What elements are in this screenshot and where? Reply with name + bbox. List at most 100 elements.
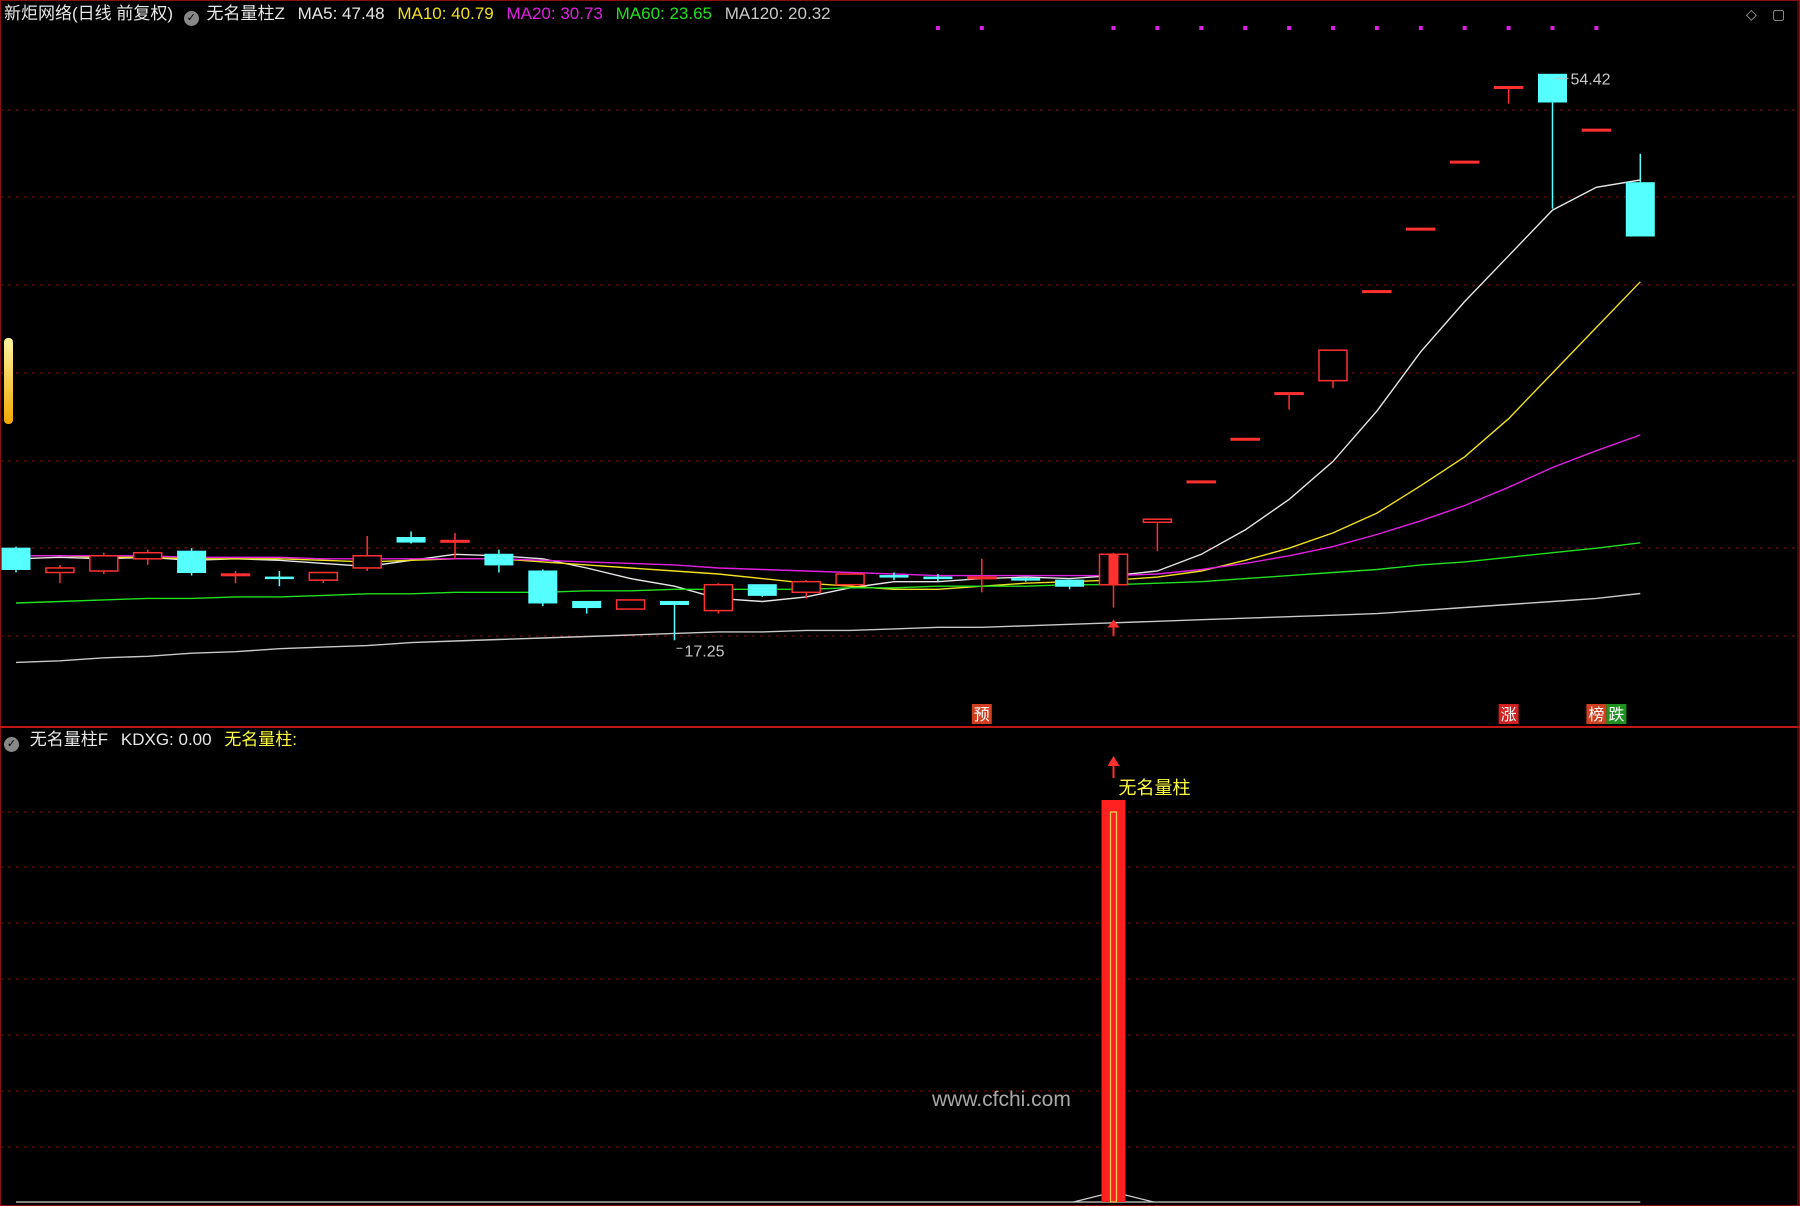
ma5-label: MA5: 47.48 [297, 4, 385, 23]
candle-body-down [1625, 182, 1655, 237]
candle-body-down [396, 537, 426, 543]
candle-body-up [132, 551, 163, 560]
candle [484, 549, 514, 573]
candle-body-up [791, 580, 821, 594]
signal-dot [1594, 26, 1599, 30]
candle-body-down [484, 553, 514, 566]
candle [1493, 86, 1524, 104]
signal-dot [1287, 26, 1292, 30]
candle [352, 535, 382, 571]
main-header: 新炬网络(日线 前复权) ✓ 无名量柱Z MA5: 47.48 MA10: 40… [4, 4, 831, 26]
candle [1055, 579, 1085, 590]
badge-text: 涨 [1501, 705, 1517, 724]
badge-text: 预 [974, 705, 990, 724]
candle-body-down [177, 550, 207, 574]
candle-body-down [1, 547, 31, 570]
candle [528, 569, 558, 607]
candle-body-down [264, 576, 294, 580]
candle-body-up [308, 571, 339, 581]
candle [1142, 518, 1173, 552]
badge-跌: 跌 [1606, 704, 1627, 724]
scroll-handle[interactable] [4, 338, 13, 424]
candle-body-up [967, 576, 997, 580]
signal-dot [979, 26, 984, 30]
candle [177, 548, 207, 576]
ma120-label: MA120: 20.32 [724, 4, 831, 23]
candle [1186, 480, 1217, 484]
candle-body-down [660, 600, 689, 605]
indicator-name[interactable]: 无名量柱Z [207, 4, 285, 23]
badge-text: 榜 [1588, 705, 1604, 724]
sub-indicator-name[interactable]: 无名量柱F [30, 730, 108, 749]
candle [264, 571, 294, 587]
chart-window: 54.42 17.25 预 涨 榜跌无名量柱 新炬网络(日线 前复权) ✓ 无名量柱Z … [0, 0, 1800, 1206]
candle [1230, 437, 1260, 441]
diamond-icon[interactable]: ◇ [1746, 6, 1757, 23]
signal-label: 无名量柱: [224, 730, 298, 749]
watermark: www.cfchi.com [932, 1088, 1071, 1111]
signal-dot [1550, 26, 1555, 30]
candle-body-up [352, 555, 382, 569]
candle-body-down [879, 575, 909, 578]
indicator-toggle-icon[interactable]: ✓ [183, 11, 199, 26]
badge-预: 预 [971, 704, 992, 724]
signal-dot [1506, 26, 1511, 30]
candle [615, 599, 646, 610]
signal-dot [1199, 26, 1204, 30]
candle-body-up [703, 583, 734, 612]
candle-body-up [1274, 392, 1304, 396]
candle [1406, 227, 1436, 231]
signal-dot [1111, 26, 1116, 30]
candle [308, 571, 339, 584]
candle-body-up [1406, 227, 1436, 231]
candle-body-down [572, 600, 602, 609]
candle-body-down [1011, 578, 1041, 581]
signal-bar-label: 无名量柱 [1119, 778, 1191, 799]
candle-body-down [1055, 579, 1085, 587]
candle-body-down [923, 576, 953, 580]
candle-body-up [1581, 128, 1612, 132]
candle [1581, 128, 1612, 132]
maximize-icon[interactable]: ▢ [1772, 6, 1785, 23]
candle [45, 564, 75, 584]
signal-dot [1462, 26, 1467, 30]
candle-body-up [835, 573, 865, 586]
candle-body-up [1230, 437, 1260, 441]
candle-body-up [89, 555, 119, 572]
badge-text: 跌 [1608, 705, 1624, 724]
signal-dot [935, 26, 940, 30]
badge-榜: 榜 [1586, 704, 1607, 724]
signal-dot [1418, 26, 1423, 30]
kdxg-label: KDXG: 0.00 [120, 730, 212, 749]
stock-title[interactable]: 新炬网络(日线 前复权) [4, 4, 173, 23]
candle-body-up [1493, 86, 1524, 90]
candle [1449, 160, 1480, 164]
price-annotation: 17.25 [685, 643, 725, 660]
signal-dot [1331, 26, 1335, 30]
ma-line-ma10 [16, 281, 1641, 590]
candle [1274, 392, 1304, 410]
sub-indicator-toggle-icon[interactable]: ✓ [4, 737, 19, 752]
candle [572, 600, 602, 614]
candle [660, 600, 689, 641]
chart-canvas: 54.42 17.25 预 涨 榜跌无名量柱 [0, 0, 1800, 1206]
ma-line-ma120 [15, 592, 1641, 664]
candle [89, 552, 119, 575]
candle [1538, 73, 1567, 209]
candle-body-down [528, 570, 558, 604]
signal-dot [1155, 26, 1160, 30]
candle-body-down [747, 584, 777, 596]
sub-header: ✓ 无名量柱F KDXG: 0.00 无名量柱: [4, 730, 297, 752]
candle [1362, 290, 1392, 294]
ma-line-ma60 [15, 542, 1641, 604]
candle [132, 549, 163, 565]
signal-candle-fill [1108, 554, 1119, 585]
ma20-label: MA20: 30.73 [506, 4, 603, 23]
signal-bar [1101, 800, 1126, 1202]
candle [703, 583, 734, 614]
badge-涨: 涨 [1498, 704, 1519, 724]
ma60-label: MA60: 23.65 [615, 4, 713, 23]
candle-body-up [615, 599, 646, 610]
signal-dot [1374, 26, 1379, 30]
candle-body-up [1318, 349, 1348, 382]
